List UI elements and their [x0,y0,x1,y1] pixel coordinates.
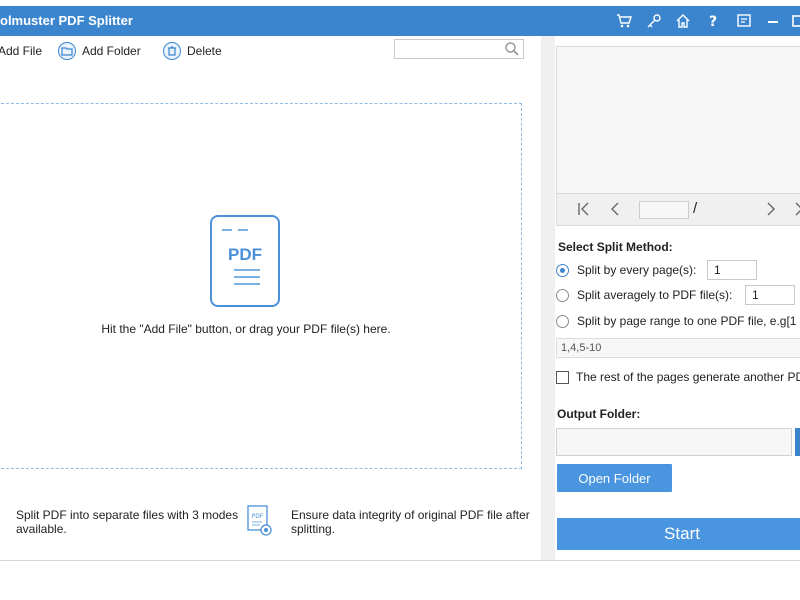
pdf-file-icon: PDF [210,215,280,307]
add-file-label: Add File [0,44,43,58]
page-number-input[interactable] [639,201,689,219]
page-navigator: / [556,194,800,226]
split-every-page-option[interactable]: Split by every page(s): [556,261,696,279]
prev-page-icon[interactable] [609,201,621,221]
add-file-button[interactable]: Add File [0,41,42,61]
minimize-icon[interactable] [764,12,782,30]
split-every-page-radio[interactable] [556,263,569,277]
output-folder-label: Output Folder: [557,407,641,421]
search-input[interactable] [394,39,524,59]
trash-icon [163,42,181,60]
preview-pane [556,46,800,194]
split-page-range-label: Split by page range to one PDF file, e.g… [577,314,797,328]
app-window: olmuster PDF Splitter ? Add File Add Fol… [0,0,800,600]
app-title: olmuster PDF Splitter [0,13,133,28]
split-page-range-option[interactable]: Split by page range to one PDF file, e.g… [556,312,796,330]
delete-label: Delete [187,44,222,58]
pdf-icon-text: PDF [228,245,262,264]
split-average-label: Split averagely to PDF file(s): [577,288,733,302]
split-method-label: Select Split Method: [558,240,673,254]
output-folder-input[interactable] [556,428,792,456]
key-icon[interactable] [645,12,663,30]
cart-icon[interactable] [615,12,633,30]
feature-data-integrity: Ensure data integrity of original PDF fi… [291,508,530,536]
svg-text:?: ? [709,14,717,29]
search-icon[interactable] [504,41,520,60]
drop-hint-text: Hit the "Add File" button, or drag your … [101,322,391,336]
add-folder-label: Add Folder [82,44,141,58]
rest-pages-checkbox[interactable] [556,370,569,384]
split-average-radio[interactable] [556,288,569,302]
first-page-icon[interactable] [577,201,591,221]
every-page-count-input[interactable]: 1 [707,260,757,280]
last-page-icon[interactable] [793,201,800,221]
rest-pages-option[interactable]: The rest of the pages generate another P… [556,368,800,386]
split-page-range-radio[interactable] [556,314,569,328]
svg-text:PDF: PDF [252,513,264,520]
panel-divider [541,36,555,560]
help-icon[interactable]: ? [704,12,722,30]
next-page-icon[interactable] [765,201,777,221]
average-file-count-input[interactable]: 1 [745,285,795,305]
pdf-settings-icon: PDF [247,505,273,537]
page-separator: / [693,200,698,217]
feature-split-modes: Split PDF into separate files with 3 mod… [16,508,239,536]
split-average-option[interactable]: Split averagely to PDF file(s): [556,286,732,304]
maximize-icon[interactable] [790,12,800,30]
page-range-input[interactable]: 1,4,5-10 [556,338,800,358]
delete-button[interactable]: Delete [163,41,222,61]
open-folder-button[interactable]: Open Folder [557,464,672,492]
feedback-icon[interactable] [735,12,753,30]
add-folder-button[interactable]: Add Folder [58,41,141,61]
home-icon[interactable] [674,12,692,30]
start-button[interactable]: Start [557,518,800,550]
bottom-border [0,560,800,561]
split-every-page-label: Split by every page(s): [577,263,697,277]
rest-pages-label: The rest of the pages generate another P… [576,370,800,384]
folder-plus-icon [58,42,76,60]
browse-folder-button[interactable] [795,428,800,456]
title-bar: olmuster PDF Splitter ? [0,6,800,36]
